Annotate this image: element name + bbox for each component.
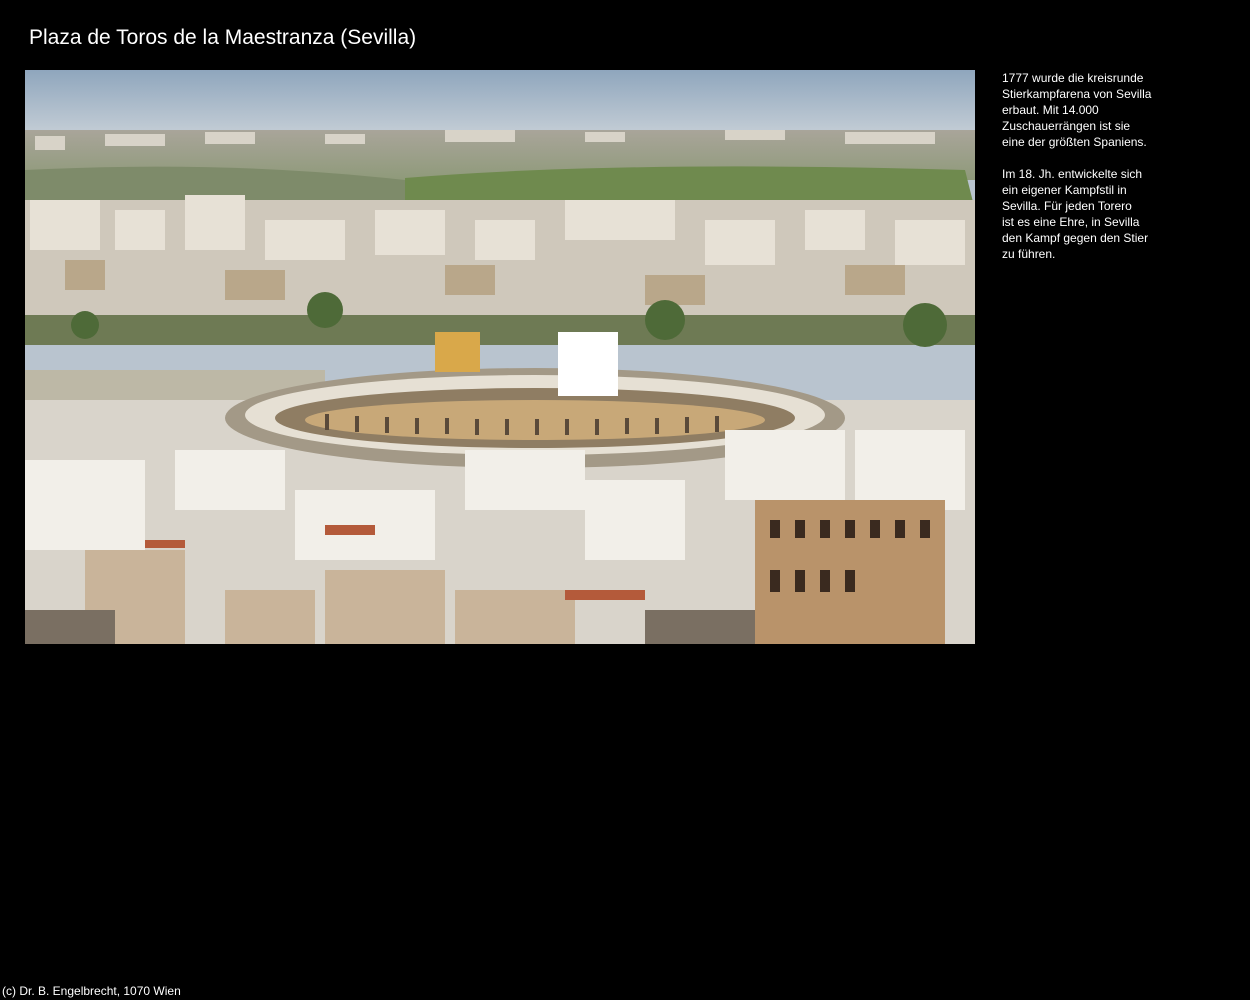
main-photo: [25, 70, 975, 644]
caption-paragraph-2: Im 18. Jh. entwickelte sich ein eigener …: [1002, 167, 1149, 261]
page-title: Plaza de Toros de la Maestranza (Sevilla…: [29, 26, 417, 49]
city-panorama-image: [25, 70, 975, 644]
copyright-footer: (c) Dr. B. Engelbrecht, 1070 Wien: [2, 984, 181, 998]
caption-paragraph-1: 1777 wurde die kreisrunde Stierkampfaren…: [1002, 71, 1152, 149]
page: Plaza de Toros de la Maestranza (Sevilla…: [0, 0, 1250, 1000]
caption-text: 1777 wurde die kreisrunde Stierkampfaren…: [1002, 70, 1162, 278]
